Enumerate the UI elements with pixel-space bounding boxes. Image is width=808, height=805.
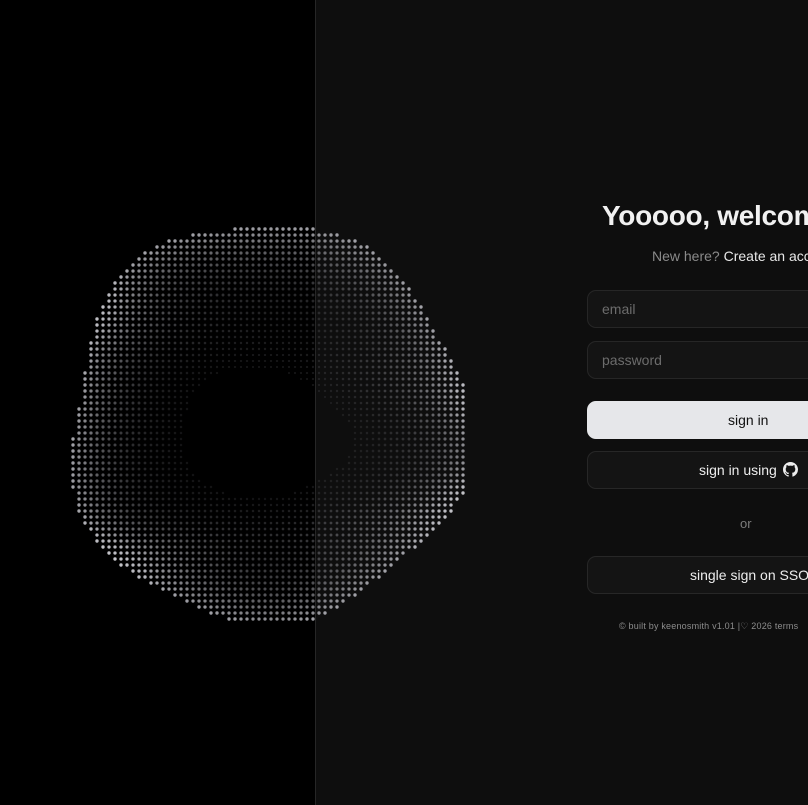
or-divider: or [740,516,752,531]
password-input[interactable] [587,341,808,379]
sign-in-button[interactable]: sign in [587,401,808,439]
github-icon [782,462,798,477]
login-page: Yooooo, welcome New here? Create an acc … [0,0,808,805]
signup-prompt: New here? Create an acc [652,248,808,264]
email-input[interactable] [587,290,808,328]
sso-button[interactable]: single sign on SSO [587,556,808,594]
particle-orb-graphic [71,227,465,621]
sso-label: single sign on SSO [690,567,808,583]
github-sign-in-button[interactable]: sign in using [587,451,808,489]
sign-in-label: sign in [728,412,769,428]
signup-prompt-text: New here? [652,248,724,264]
footer-text: © built by keenosmith v1.01 |♡ 2026 term… [619,621,799,631]
page-title: Yooooo, welcome [602,200,808,231]
create-account-link[interactable]: Create an acc [724,248,808,264]
github-sign-in-label: sign in using [699,462,777,478]
